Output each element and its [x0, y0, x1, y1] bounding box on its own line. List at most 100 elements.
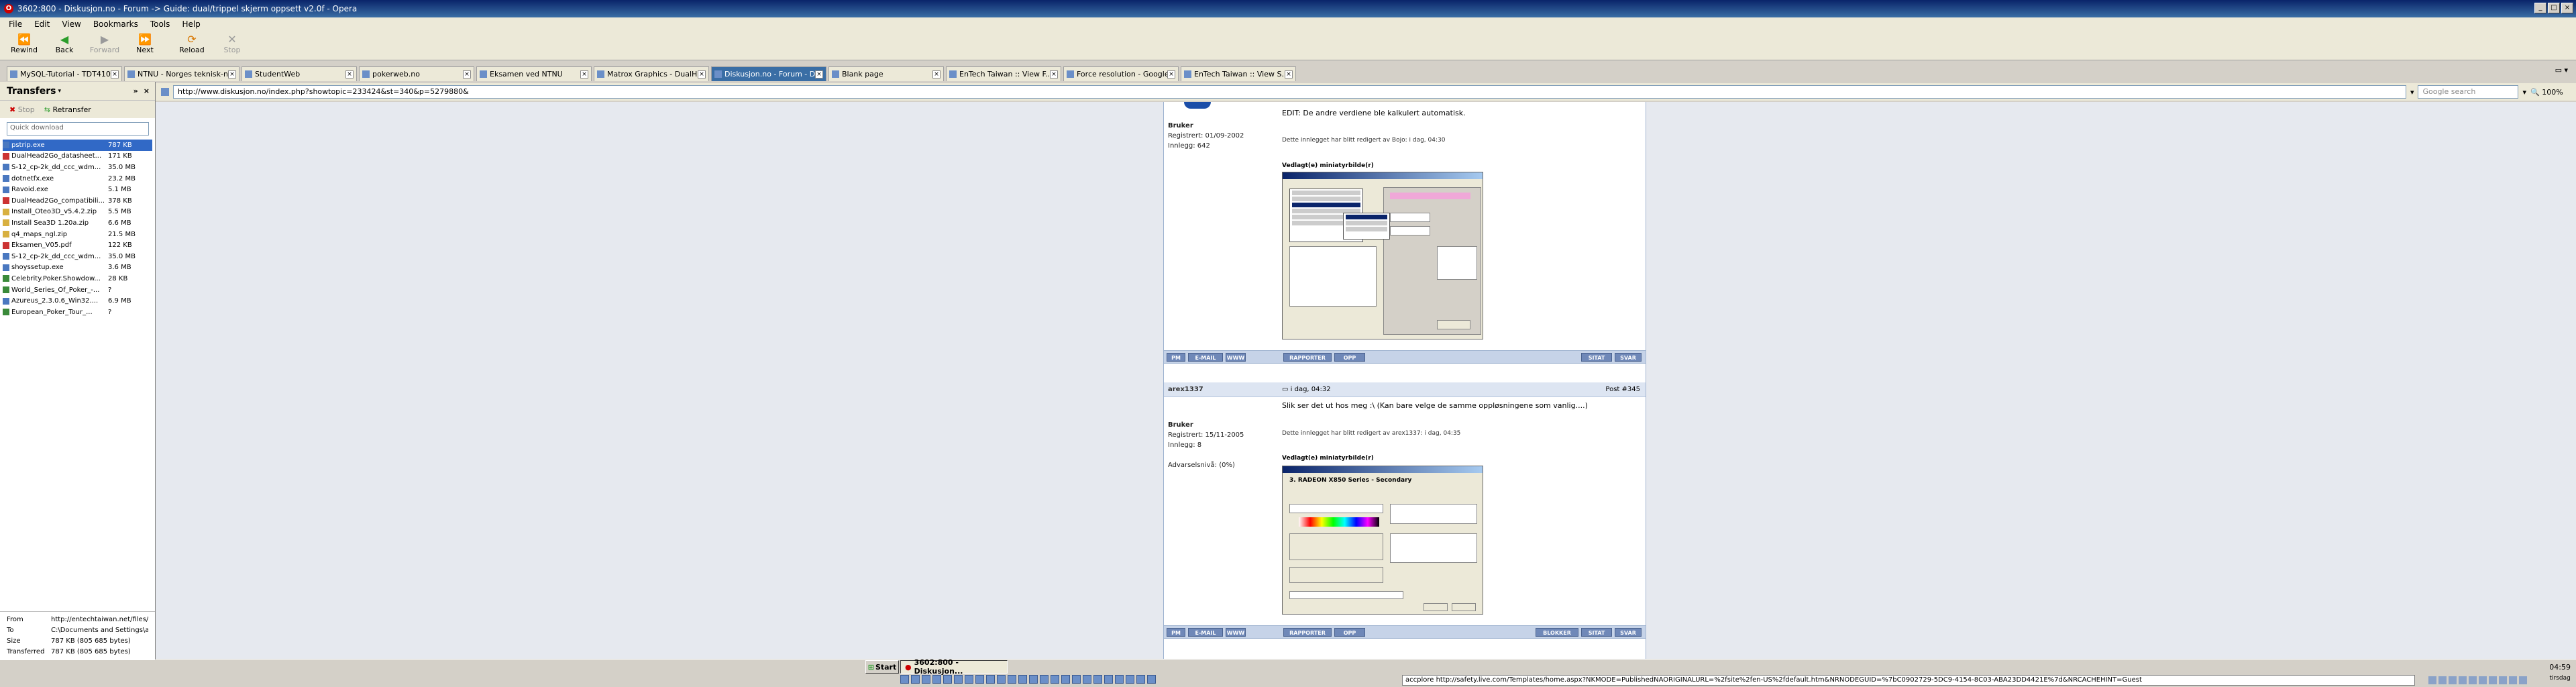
taskbar-item-opera[interactable]: ● 3602:800 - Diskusjon...	[900, 658, 1008, 676]
tab-close-icon[interactable]: ×	[580, 70, 588, 78]
list-item[interactable]: DualHead2Go_compatibili... 378 KB	[3, 195, 152, 207]
quicklaunch-icon[interactable]	[922, 675, 930, 684]
post-number[interactable]: Post #345	[1605, 386, 1640, 393]
quicklaunch-icon[interactable]	[975, 675, 984, 684]
menu-bookmarks[interactable]: Bookmarks	[87, 19, 144, 29]
tray-icon[interactable]	[2479, 676, 2487, 684]
tray-icon[interactable]	[2509, 676, 2517, 684]
zoom-level[interactable]: 🔍 100%	[2530, 88, 2571, 97]
quicklaunch-icon[interactable]	[932, 675, 941, 684]
quicklaunch-icon[interactable]	[1093, 675, 1102, 684]
menu-help[interactable]: Help	[176, 19, 206, 29]
up-button[interactable]: OPP	[1334, 628, 1365, 637]
next-button[interactable]: ⏩ Next	[125, 31, 165, 55]
quicklaunch-icon[interactable]	[954, 675, 963, 684]
email-button[interactable]: E-MAIL	[1188, 353, 1223, 362]
tab-studentweb[interactable]: StudentWeb ×	[241, 66, 357, 81]
report-button[interactable]: RAPPORTER	[1283, 353, 1332, 362]
close-button[interactable]: ×	[2561, 3, 2573, 13]
quicklaunch-icon[interactable]	[1029, 675, 1038, 684]
quicklaunch-icon[interactable]	[997, 675, 1006, 684]
attachment-thumbnail[interactable]	[1282, 172, 1483, 339]
forward-button[interactable]: ▶ Forward	[85, 31, 125, 55]
tab-menu-icon[interactable]: ▭ ▾	[2555, 66, 2568, 74]
address-input[interactable]: http://www.diskusjon.no/index.php?showto…	[173, 85, 2406, 99]
tab-close-icon[interactable]: ×	[1167, 70, 1175, 78]
system-clock[interactable]: 04:59 tirsdag	[2549, 662, 2571, 684]
quick-download-input[interactable]: Quick download	[7, 122, 149, 136]
quicklaunch-icon[interactable]	[1147, 675, 1156, 684]
tab-eksamen-ntnu[interactable]: Eksamen ved NTNU ×	[476, 66, 592, 81]
quicklaunch-icon[interactable]	[1061, 675, 1070, 684]
menu-tools[interactable]: Tools	[144, 19, 176, 29]
quicklaunch-icon[interactable]	[1051, 675, 1059, 684]
start-button[interactable]: ⊞ Start	[865, 660, 899, 674]
quicklaunch-icon[interactable]	[1018, 675, 1027, 684]
quicklaunch-icon[interactable]	[1072, 675, 1081, 684]
back-button[interactable]: ◀ Back	[44, 31, 85, 55]
tab-mysql-tutorial[interactable]: MySQL-Tutorial - TDT410... ×	[7, 66, 122, 81]
tab-close-icon[interactable]: ×	[463, 70, 471, 78]
list-item[interactable]: DualHead2Go_datasheet... 171 KB	[3, 151, 152, 162]
quicklaunch-icon[interactable]	[1040, 675, 1049, 684]
transfer-stop-button[interactable]: ✖ Stop	[9, 105, 35, 114]
tab-close-icon[interactable]: ×	[815, 70, 823, 78]
tray-icon[interactable]	[2428, 676, 2436, 684]
list-item[interactable]: Install_Oteo3D_v5.4.2.zip 5.5 MB	[3, 207, 152, 218]
collapse-panel-icon[interactable]: »	[133, 87, 138, 95]
menu-view[interactable]: View	[56, 19, 87, 29]
quicklaunch-icon[interactable]	[1126, 675, 1134, 684]
tab-close-icon[interactable]: ×	[228, 70, 236, 78]
email-button[interactable]: E-MAIL	[1188, 628, 1223, 637]
list-item[interactable]: Install Sea3D 1.20a.zip 6.6 MB	[3, 217, 152, 229]
rewind-button[interactable]: ⏪ Rewind	[4, 31, 44, 55]
search-engine-dropdown-icon[interactable]: ▾	[2522, 88, 2526, 97]
quote-button[interactable]: SITAT	[1581, 628, 1612, 637]
minimize-button[interactable]: _	[2534, 3, 2546, 13]
pm-button[interactable]: PM	[1167, 628, 1185, 637]
quicklaunch-icon[interactable]	[900, 675, 909, 684]
tab-entech-forum[interactable]: EnTech Taiwan :: View F... ×	[946, 66, 1061, 81]
report-button[interactable]: RAPPORTER	[1283, 628, 1332, 637]
close-panel-icon[interactable]: ×	[144, 87, 150, 95]
pm-button[interactable]: PM	[1167, 353, 1185, 362]
attachment-thumbnail[interactable]: 3. RADEON X850 Series - Secondary	[1282, 466, 1483, 615]
tray-icon[interactable]	[2469, 676, 2477, 684]
list-item[interactable]: Eksamen_V05.pdf 122 KB	[3, 240, 152, 251]
tab-blank-page[interactable]: Blank page ×	[828, 66, 944, 81]
reload-button[interactable]: ⟳ Reload	[172, 31, 212, 55]
quicklaunch-icon[interactable]	[1008, 675, 1016, 684]
tray-icon[interactable]	[2438, 676, 2447, 684]
quicklaunch-icon[interactable]	[1115, 675, 1124, 684]
tab-ntnu[interactable]: NTNU - Norges teknisk-n... ×	[124, 66, 239, 81]
menu-edit[interactable]: Edit	[28, 19, 56, 29]
list-item[interactable]: pstrip.exe 787 KB	[3, 140, 152, 151]
quicklaunch-icon[interactable]	[965, 675, 973, 684]
www-button[interactable]: WWW	[1226, 628, 1246, 637]
quicklaunch-icon[interactable]	[1083, 675, 1091, 684]
post-username[interactable]: arex1337	[1168, 386, 1203, 393]
quote-button[interactable]: SITAT	[1581, 353, 1612, 362]
maximize-button[interactable]: □	[2548, 3, 2560, 13]
tab-force-resolution-google[interactable]: Force resolution - Google... ×	[1063, 66, 1179, 81]
tab-diskusjon-active[interactable]: Diskusjon.no - Forum - D... ×	[711, 66, 826, 81]
tab-entech-view[interactable]: EnTech Taiwan :: View S... ×	[1181, 66, 1296, 81]
reply-button[interactable]: SVAR	[1615, 628, 1642, 637]
reply-button[interactable]: SVAR	[1615, 353, 1642, 362]
address-toolbar-input[interactable]: accplore http://safety.live.com/Template…	[1402, 675, 2415, 686]
quicklaunch-icon[interactable]	[911, 675, 920, 684]
tray-icon[interactable]	[2519, 676, 2527, 684]
block-button[interactable]: BLOKKER	[1536, 628, 1578, 637]
tab-close-icon[interactable]: ×	[111, 70, 119, 78]
chevron-down-icon[interactable]: ▾	[58, 88, 62, 95]
list-item[interactable]: q4_maps_ngl.zip 21.5 MB	[3, 229, 152, 240]
tab-close-icon[interactable]: ×	[932, 70, 941, 78]
tab-close-icon[interactable]: ×	[1050, 70, 1058, 78]
list-item[interactable]: World_Series_Of_Poker_-...?	[3, 284, 152, 296]
list-item[interactable]: S-12_cp-2k_dd_ccc_wdm... 35.0 MB	[3, 162, 152, 173]
list-item[interactable]: Ravoid.exe 5.1 MB	[3, 184, 152, 195]
menu-file[interactable]: File	[3, 19, 28, 29]
list-item[interactable]: Celebrity.Poker.Showdow... 28 KB	[3, 273, 152, 284]
list-item[interactable]: shoyssetup.exe 3.6 MB	[3, 262, 152, 274]
list-item[interactable]: European_Poker_Tour_...?	[3, 307, 152, 318]
